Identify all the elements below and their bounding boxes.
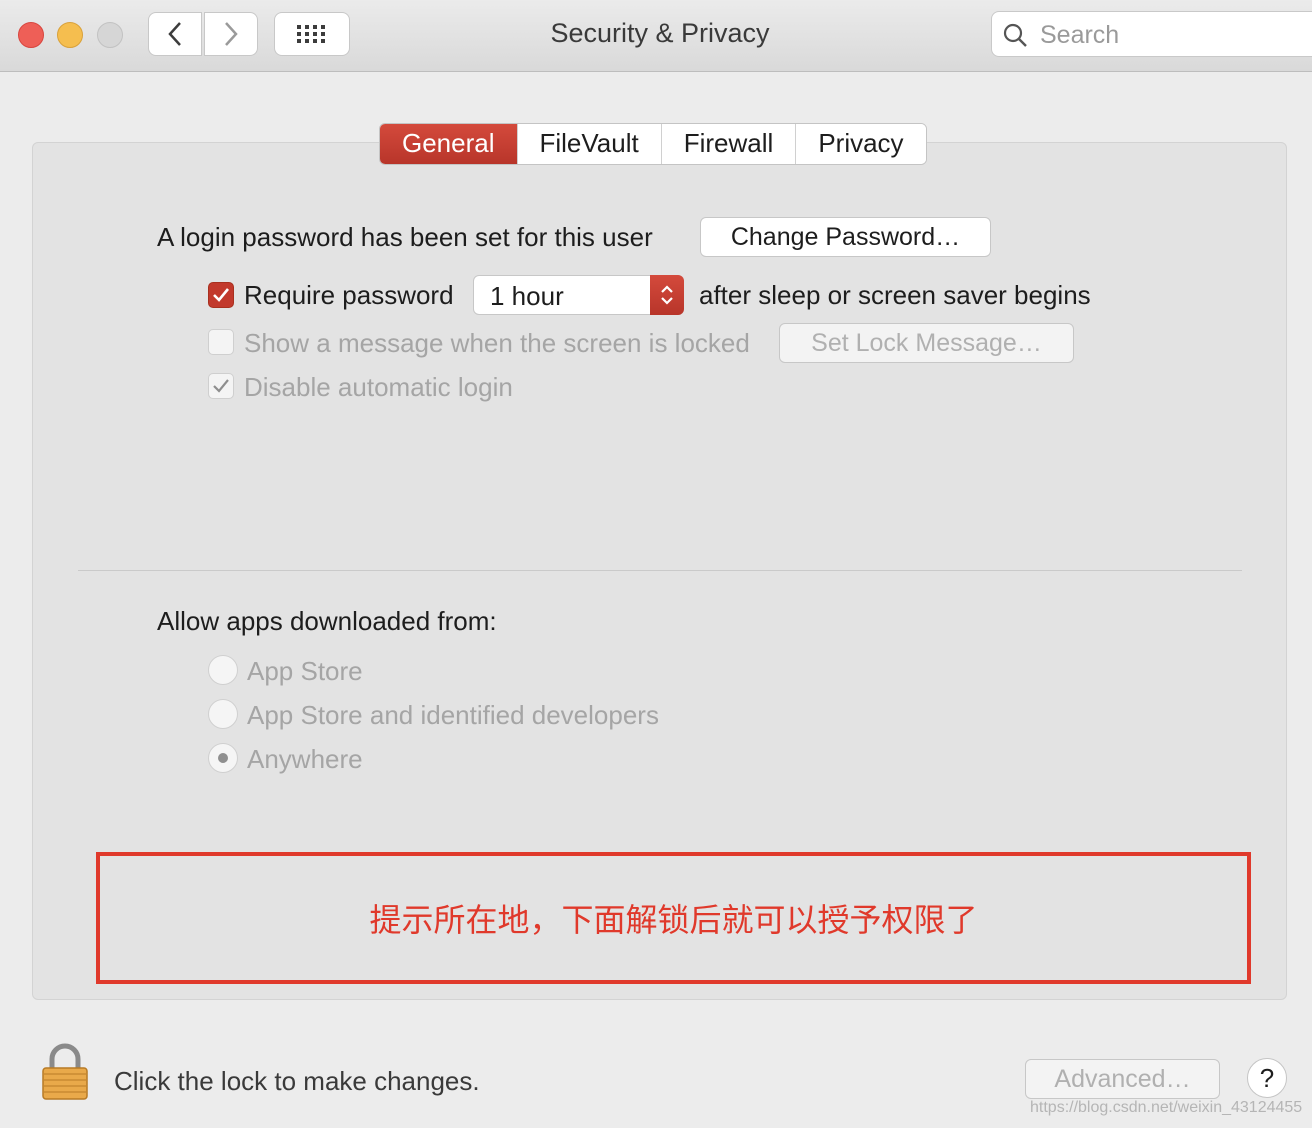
- search-icon: [1003, 23, 1027, 47]
- chevron-left-icon: [168, 22, 181, 46]
- grid-icon: [297, 25, 325, 43]
- watermark-text: https://blog.csdn.net/weixin_43124455: [1030, 1099, 1303, 1116]
- checkmark-icon: [213, 288, 230, 302]
- search-input[interactable]: [1038, 18, 1302, 52]
- search-field[interactable]: [991, 11, 1312, 57]
- annotation-text: 提示所在地，下面解锁后就可以授予权限了: [369, 901, 978, 939]
- window-title: Security & Privacy: [550, 18, 770, 48]
- radio-app-store-label: App Store: [247, 656, 363, 686]
- close-window-button[interactable]: [18, 22, 44, 48]
- help-button[interactable]: ?: [1247, 1058, 1287, 1098]
- tab-general[interactable]: General: [380, 124, 518, 164]
- show-message-checkbox[interactable]: [208, 329, 234, 355]
- radio-anywhere-label: Anywhere: [247, 744, 363, 774]
- chevron-right-icon: [225, 22, 238, 46]
- radio-identified-developers[interactable]: [208, 699, 238, 729]
- show-message-label: Show a message when the screen is locked: [244, 328, 750, 358]
- tab-filevault[interactable]: FileVault: [517, 124, 662, 164]
- lock-instruction-text: Click the lock to make changes.: [114, 1066, 480, 1096]
- minimize-window-button[interactable]: [57, 22, 83, 48]
- delay-value: 1 hour: [490, 281, 564, 311]
- radio-identified-developers-label: App Store and identified developers: [247, 700, 659, 730]
- radio-anywhere[interactable]: [208, 743, 238, 773]
- require-password-label: Require password: [244, 280, 454, 310]
- radio-app-store[interactable]: [208, 655, 238, 685]
- annotation-box: 提示所在地，下面解锁后就可以授予权限了: [96, 852, 1251, 984]
- set-lock-message-button[interactable]: Set Lock Message…: [779, 323, 1074, 363]
- change-password-button[interactable]: Change Password…: [700, 217, 991, 257]
- section-divider: [78, 570, 1242, 571]
- require-password-delay-popup[interactable]: 1 hour: [473, 275, 684, 315]
- tab-privacy[interactable]: Privacy: [796, 124, 926, 164]
- tab-bar: General FileVault Firewall Privacy: [379, 123, 927, 165]
- allow-apps-heading: Allow apps downloaded from:: [157, 606, 497, 636]
- disable-auto-login-label: Disable automatic login: [244, 372, 513, 402]
- tab-firewall[interactable]: Firewall: [661, 124, 797, 164]
- checkmark-icon: [213, 379, 229, 393]
- forward-button[interactable]: [204, 12, 258, 56]
- show-all-button[interactable]: [274, 12, 350, 56]
- advanced-button[interactable]: Advanced…: [1025, 1059, 1220, 1099]
- require-password-suffix: after sleep or screen saver begins: [699, 280, 1091, 310]
- radio-selected-dot: [218, 753, 228, 763]
- require-password-checkbox[interactable]: [208, 282, 234, 308]
- back-button[interactable]: [148, 12, 202, 56]
- lock-icon[interactable]: [40, 1043, 90, 1106]
- login-password-text: A login password has been set for this u…: [157, 222, 653, 252]
- title-bar: Security & Privacy: [0, 0, 1312, 72]
- popup-arrows-icon: [650, 275, 684, 315]
- disable-auto-login-checkbox[interactable]: [208, 373, 234, 399]
- zoom-window-button[interactable]: [97, 22, 123, 48]
